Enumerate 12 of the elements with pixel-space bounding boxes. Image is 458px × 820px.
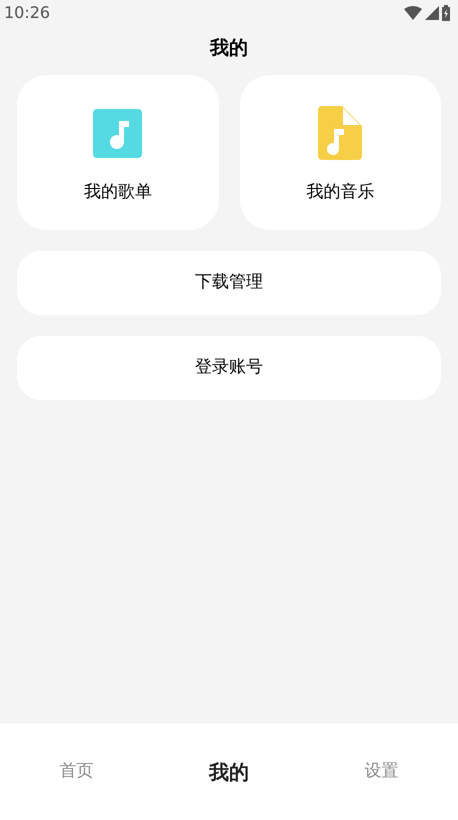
status-time: 10:26 (4, 2, 50, 24)
menu-row[interactable]: 下载管理 (17, 250, 441, 314)
menu-row[interactable]: 登录账号 (17, 336, 441, 400)
battery-icon (442, 5, 450, 21)
wifi-icon (404, 6, 422, 20)
page-title: 我的 (210, 36, 248, 61)
signal-icon (425, 6, 439, 20)
menu-tile[interactable]: 我的音乐 (240, 74, 441, 230)
menu-tile[interactable]: 我的歌单 (17, 74, 218, 230)
nav-tab[interactable]: 设置 (364, 758, 399, 784)
nav-tab[interactable]: 我的 (208, 756, 249, 786)
nav-tab[interactable]: 首页 (59, 758, 94, 784)
